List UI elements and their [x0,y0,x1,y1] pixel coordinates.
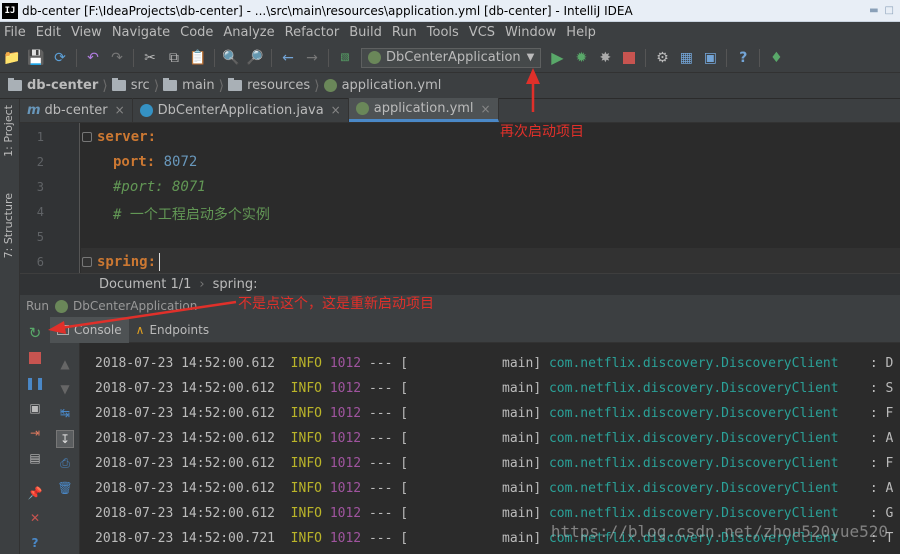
arrow-to-rerun-button [48,300,237,334]
rerun-annotation: 再次启动项目 [500,124,584,140]
watermark: https://blog.csdn.net/zhou520yue520 [550,522,888,541]
restart-annotation: 不是点这个，这是重新启动项目 [238,296,434,312]
arrow-to-run-button [526,68,540,112]
annotation-arrows [48,68,540,334]
